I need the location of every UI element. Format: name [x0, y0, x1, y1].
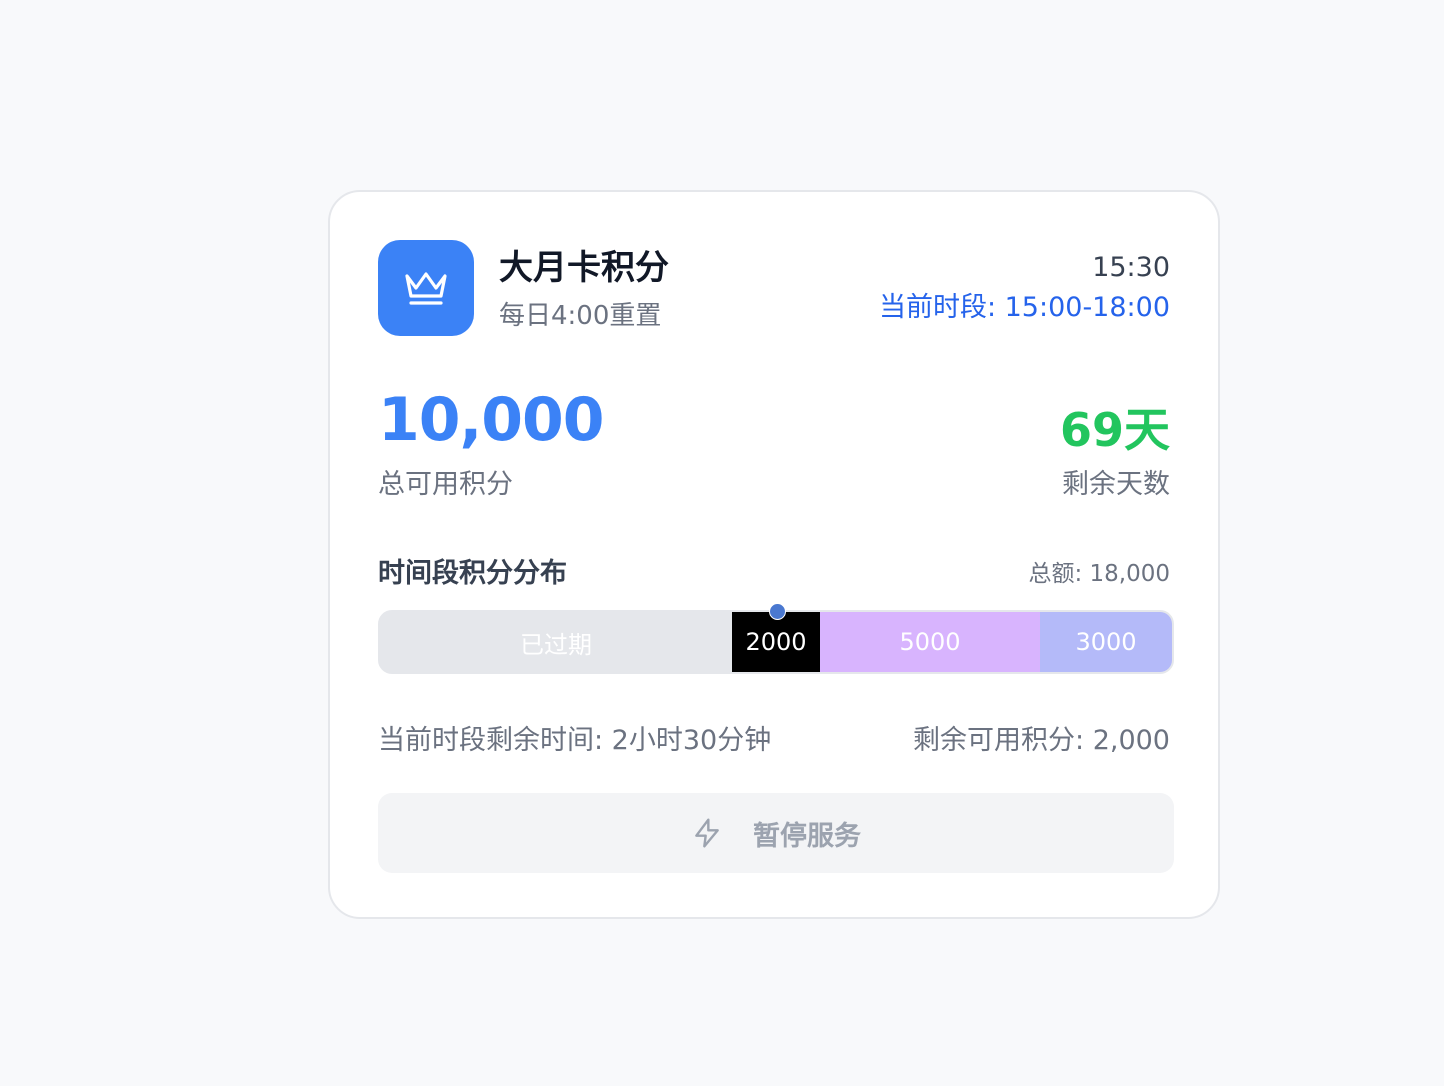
days-left-label: 剩余天数 — [1062, 469, 1170, 500]
segment-label: 3000 — [1075, 628, 1137, 656]
crown-icon — [378, 240, 474, 336]
pause-service-label: 暂停服务 — [753, 820, 861, 852]
current-clock: 15:30 — [1092, 252, 1170, 283]
segment-expired: 已过期 — [380, 612, 732, 672]
pause-service-button[interactable]: 暂停服务 — [378, 793, 1174, 873]
segment-next: 5000 — [820, 612, 1040, 672]
total-points-value: 10,000 — [378, 385, 605, 455]
segment-label: 5000 — [899, 628, 961, 656]
points-card: 大月卡积分 每日4:00重置 15:30 当前时段: 15:00-18:00 1… — [328, 190, 1220, 919]
distribution-title: 时间段积分分布 — [378, 558, 567, 589]
segment-label: 2000 — [745, 628, 807, 656]
days-left-value: 69天 — [1059, 403, 1170, 457]
segment-last: 3000 — [1040, 612, 1172, 672]
total-points-label: 总可用积分 — [378, 469, 513, 500]
segment-current: 2000 — [732, 612, 820, 672]
distribution-total: 总额: 18,000 — [1028, 561, 1170, 587]
segment-label: 已过期 — [520, 630, 592, 659]
current-period-label: 当前时段: 15:00-18:00 — [878, 292, 1170, 323]
remaining-points-text: 剩余可用积分: 2,000 — [913, 725, 1170, 756]
lightning-icon — [691, 817, 723, 849]
card-title: 大月卡积分 — [499, 248, 669, 288]
current-time-marker — [769, 603, 786, 620]
remaining-time-text: 当前时段剩余时间: 2小时30分钟 — [378, 725, 772, 756]
reset-time-label: 每日4:00重置 — [499, 301, 662, 331]
